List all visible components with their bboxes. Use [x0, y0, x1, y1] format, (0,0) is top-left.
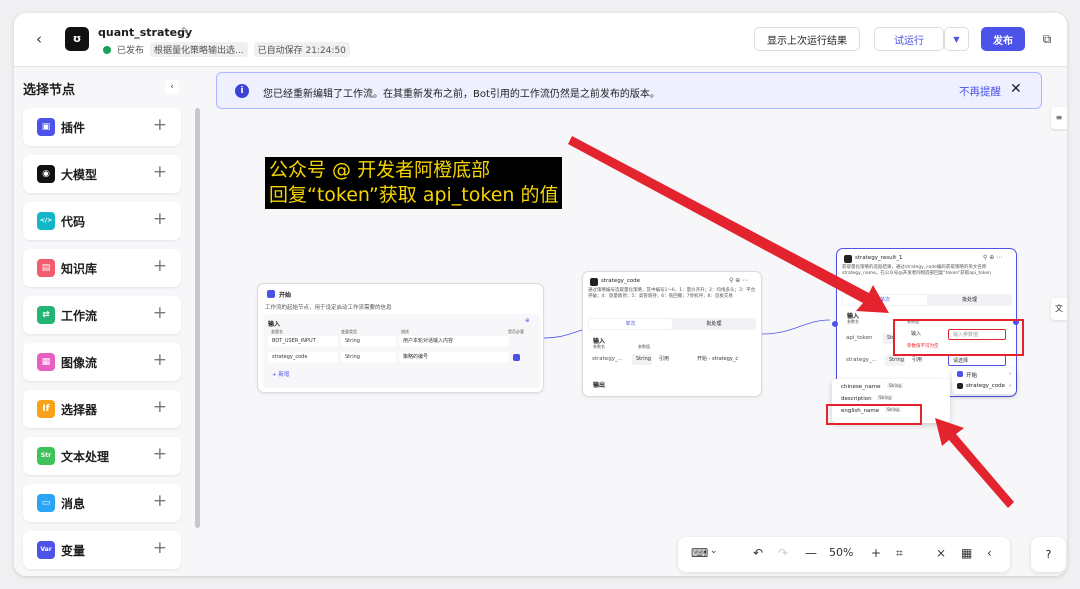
- fit-view-icon[interactable]: ⌗: [896, 546, 903, 561]
- collapse-sidebar-icon[interactable]: ‹: [165, 80, 179, 94]
- zoom-out-icon[interactable]: —: [805, 546, 817, 560]
- sidebar-item-5[interactable]: ▦ 图像流 +: [23, 343, 181, 381]
- add-node-icon[interactable]: +: [153, 538, 167, 558]
- annotation-arrows: [568, 136, 1014, 508]
- add-node-icon[interactable]: +: [153, 162, 167, 182]
- published-status-icon: [103, 45, 111, 54]
- add-node-icon[interactable]: +: [153, 491, 167, 511]
- sidebar-item-label: 消息: [61, 497, 86, 511]
- sidebar-item-2[interactable]: </> 代码 +: [23, 202, 181, 240]
- sidebar-item-3[interactable]: ▤ 知识库 +: [23, 249, 181, 287]
- sidebar-item-1[interactable]: ◉ 大模型 +: [23, 155, 181, 193]
- sidebar-item-label: 文本处理: [61, 450, 110, 464]
- layout-icon[interactable]: ▦: [961, 546, 972, 560]
- sidebar-item-label: 图像流: [61, 356, 98, 370]
- undo-icon[interactable]: ↶: [753, 546, 763, 560]
- add-node-icon[interactable]: +: [153, 115, 167, 135]
- selector-icon: If: [37, 400, 55, 418]
- publish-info: 已发布 根据量化策略输出选... 已自动保存 21:24:50: [103, 42, 350, 57]
- sidebar-item-6[interactable]: If 选择器 +: [23, 390, 181, 428]
- test-run-button[interactable]: 试运行: [874, 27, 944, 51]
- workflow-description: 根据量化策略输出选...: [150, 42, 248, 57]
- edit-icon[interactable]: ✎: [181, 26, 189, 37]
- redo-icon[interactable]: ↷: [778, 546, 788, 560]
- show-last-run-button[interactable]: 显示上次运行结果: [754, 27, 860, 51]
- workflow-canvas[interactable]: i 您已经重新编辑了工作流。在其重新发布之前，Bot引用的工作流仍然是之前发布的…: [204, 68, 1067, 576]
- add-node-icon[interactable]: +: [153, 256, 167, 276]
- llm-icon: ◉: [37, 165, 55, 183]
- top-bar: ‹ ʊ quant_strategy ✎ 已发布 根据量化策略输出选... 已自…: [14, 13, 1067, 67]
- knowledge-icon: ▤: [37, 259, 55, 277]
- sidebar-scrollbar[interactable]: [195, 108, 200, 528]
- add-node-icon[interactable]: +: [153, 350, 167, 370]
- canvas-toolbar: ⌨ ⌄ ↶ ↷ — 50% + ⌗ ⨯ ▦ ‹: [678, 537, 1010, 572]
- chevron-down-icon[interactable]: ⌄: [710, 546, 718, 556]
- publish-button[interactable]: 发布: [981, 27, 1025, 51]
- sidebar-item-8[interactable]: ▭ 消息 +: [23, 484, 181, 522]
- sidebar-item-label: 工作流: [61, 309, 98, 323]
- text-icon: Str: [37, 447, 55, 465]
- zoom-level[interactable]: 50%: [829, 546, 853, 559]
- minimap-icon[interactable]: ‹: [987, 546, 992, 560]
- sidebar-item-label: 大模型: [61, 168, 98, 182]
- workflow-icon: ⇄: [37, 306, 55, 324]
- collapse-icon[interactable]: ⨯: [936, 546, 946, 560]
- message-icon: ▭: [37, 494, 55, 512]
- status-badge: 已发布: [117, 46, 145, 56]
- back-icon[interactable]: ‹: [36, 30, 42, 48]
- variable-icon: Var: [37, 541, 55, 559]
- add-node-icon[interactable]: +: [153, 209, 167, 229]
- help-icon[interactable]: ?: [1031, 537, 1066, 572]
- sidebar-item-label: 知识库: [61, 262, 98, 276]
- page-title: quant_strategy: [98, 26, 193, 39]
- sidebar-item-label: 代码: [61, 215, 86, 229]
- panel-toggle-icon[interactable]: ≡: [1051, 107, 1067, 129]
- translate-icon[interactable]: 文: [1051, 298, 1067, 320]
- test-run-dropdown[interactable]: ▼: [944, 27, 969, 51]
- code-icon: </>: [37, 212, 55, 230]
- sidebar-item-4[interactable]: ⇄ 工作流 +: [23, 296, 181, 334]
- node-sidebar: 选择节点 ‹ ▣ 插件 + ◉ 大模型 + </> 代码 + ▤ 知识库 + ⇄ 工作流 + ▦ 图像流 + If 选…: [14, 68, 202, 576]
- arrow-to-english-name: [935, 418, 1014, 508]
- arrow-to-api-token: [568, 136, 889, 313]
- app-window: ‹ ʊ quant_strategy ✎ 已发布 根据量化策略输出选... 已自…: [14, 13, 1067, 576]
- add-node-icon[interactable]: +: [153, 303, 167, 323]
- sidebar-item-9[interactable]: Var 变量 +: [23, 531, 181, 569]
- mouse-mode-icon[interactable]: ⌨: [691, 546, 708, 560]
- app-logo: ʊ: [65, 27, 89, 51]
- imageflow-icon: ▦: [37, 353, 55, 371]
- plugin-icon: ▣: [37, 118, 55, 136]
- sidebar-item-7[interactable]: Str 文本处理 +: [23, 437, 181, 475]
- sidebar-item-label: 选择器: [61, 403, 98, 417]
- sidebar-item-label: 插件: [61, 121, 86, 135]
- chevron-down-icon: ▼: [953, 34, 960, 44]
- autosave-time: 已自动保存 21:24:50: [253, 42, 350, 57]
- sidebar-title: 选择节点: [23, 83, 76, 98]
- sidebar-item-0[interactable]: ▣ 插件 +: [23, 108, 181, 146]
- add-node-icon[interactable]: +: [153, 444, 167, 464]
- copy-icon[interactable]: ⧉: [1036, 27, 1058, 51]
- add-node-icon[interactable]: +: [153, 397, 167, 417]
- zoom-in-icon[interactable]: +: [871, 546, 881, 560]
- sidebar-item-label: 变量: [61, 544, 86, 558]
